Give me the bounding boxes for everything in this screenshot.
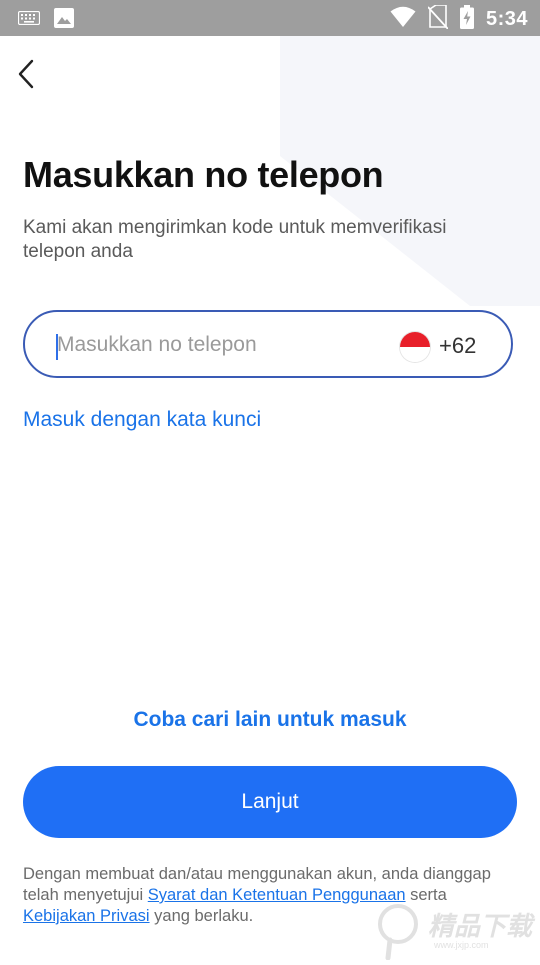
terms-of-use-link[interactable]: Syarat dan Ketentuan Penggunaan	[148, 886, 406, 904]
phone-input[interactable]	[57, 328, 387, 362]
wifi-icon	[390, 6, 416, 33]
chevron-left-icon	[17, 59, 35, 94]
status-bar-system: 5:34	[390, 4, 528, 34]
battery-charging-icon	[459, 5, 474, 34]
status-bar: 5:34	[0, 0, 540, 36]
page-subtitle: Kami akan mengirimkan kode untuk memveri…	[23, 217, 447, 262]
indonesia-flag-icon[interactable]	[400, 332, 430, 362]
watermark: 精品下载 www.jxjp.com	[372, 896, 540, 961]
next-button[interactable]: Lanjut	[23, 766, 517, 838]
country-code[interactable]: +62	[439, 333, 476, 359]
status-time: 5:34	[485, 8, 528, 30]
back-button[interactable]	[6, 56, 46, 96]
no-sim-icon	[427, 4, 449, 34]
image-icon	[54, 8, 74, 33]
watermark-url: www.jxjp.com	[434, 940, 489, 950]
alt-login-link[interactable]: Coba cari lain untuk masuk	[0, 708, 540, 732]
password-login-link[interactable]: Masuk dengan kata kunci	[23, 408, 261, 432]
status-bar-notifications	[17, 8, 74, 33]
keyboard-icon	[17, 10, 41, 30]
phone-field[interactable]: +62	[23, 310, 513, 378]
terms-suffix: yang berlaku.	[149, 907, 254, 925]
page-title: Masukkan no telepon	[23, 154, 384, 195]
watermark-text: 精品下载	[428, 911, 533, 941]
watermark-logo-icon	[372, 904, 428, 964]
privacy-policy-link[interactable]: Kebijakan Privasi	[23, 907, 150, 925]
